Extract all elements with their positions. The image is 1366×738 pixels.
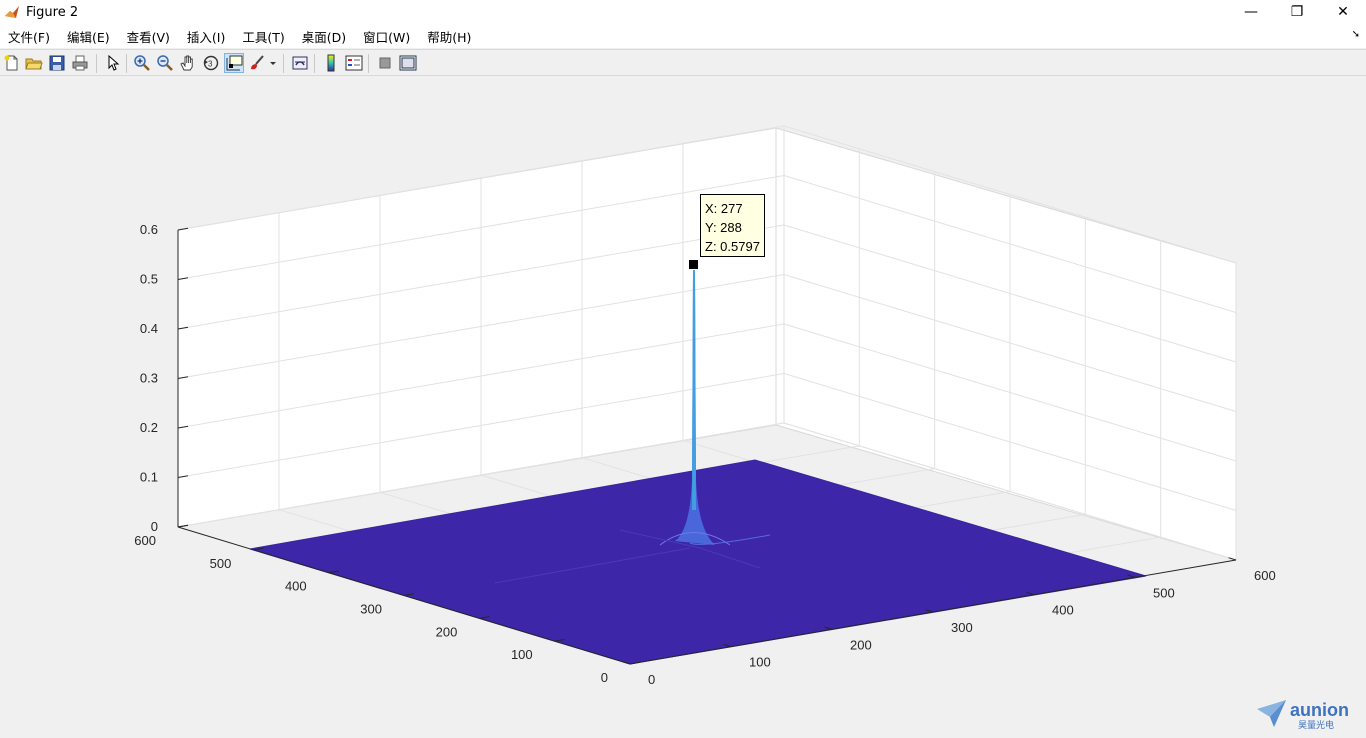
rotate-3d-icon[interactable]: 3 <box>202 54 220 72</box>
toolbar-separator <box>96 54 97 73</box>
menu-file[interactable]: 文件(F) <box>8 27 50 46</box>
y-tick-label: 500 <box>210 556 232 571</box>
x-tick-label: 100 <box>749 655 771 670</box>
link-plot-icon[interactable] <box>291 54 309 72</box>
svg-text:3: 3 <box>208 60 213 69</box>
pointer-icon[interactable] <box>104 54 122 72</box>
menu-desktop[interactable]: 桌面(D) <box>302 27 346 46</box>
datatip-marker[interactable] <box>689 260 698 269</box>
logo-text: aunion <box>1290 700 1349 720</box>
datatip-y: Y: 288 <box>705 220 742 235</box>
close-button[interactable]: ✕ <box>1320 0 1366 24</box>
minimize-button[interactable]: — <box>1228 0 1274 24</box>
menu-bar: 文件(F) 编辑(E) 查看(V) 插入(I) 工具(T) 桌面(D) 窗口(W… <box>0 24 1366 48</box>
toolbar-separator <box>314 54 315 73</box>
menu-edit[interactable]: 编辑(E) <box>67 27 110 46</box>
x-tick-label: 0 <box>648 672 655 687</box>
data-cursor-icon[interactable] <box>224 53 244 73</box>
print-icon[interactable] <box>71 54 89 72</box>
x-tick-label: 400 <box>1052 603 1074 618</box>
y-tick-label: 100 <box>511 647 533 662</box>
open-file-icon[interactable] <box>25 54 43 72</box>
menu-view[interactable]: 查看(V) <box>127 27 170 46</box>
colorbar-icon[interactable] <box>322 54 340 72</box>
new-figure-icon[interactable] <box>3 54 21 72</box>
toolbar-separator <box>126 54 127 73</box>
legend-icon[interactable] <box>345 54 363 72</box>
z-tick-label: 0.1 <box>140 470 158 485</box>
window-title: Figure 2 <box>26 4 79 20</box>
save-icon[interactable] <box>48 54 66 72</box>
x-tick-label: 200 <box>850 637 872 652</box>
menu-help[interactable]: 帮助(H) <box>427 27 471 46</box>
datatip-z: Z: 0.5797 <box>705 239 760 254</box>
x-tick-label: 600 <box>1254 568 1276 583</box>
brush-icon[interactable] <box>248 54 266 72</box>
aunion-logo: aunion 昊量光电 <box>1257 700 1349 730</box>
zoom-out-icon[interactable] <box>156 54 174 72</box>
y-tick-label: 300 <box>360 602 382 617</box>
z-tick-label: 0.4 <box>140 321 158 336</box>
show-plot-tools-icon[interactable] <box>399 54 417 72</box>
menu-insert[interactable]: 插入(I) <box>187 27 225 46</box>
toolbar-separator <box>283 54 284 73</box>
hide-plot-tools-icon[interactable] <box>376 54 394 72</box>
menu-tools[interactable]: 工具(T) <box>242 27 284 46</box>
pan-hand-icon[interactable] <box>179 54 197 72</box>
brush-dropdown-icon[interactable] <box>268 54 278 72</box>
logo-subtext: 昊量光电 <box>1298 719 1334 730</box>
title-bar: Figure 2 — ❐ ✕ <box>0 0 1366 24</box>
y-tick-label: 0 <box>601 670 608 685</box>
datatip[interactable]: X: 277 Y: 288 Z: 0.5797 <box>700 194 765 257</box>
y-tick-label: 400 <box>285 579 307 594</box>
datatip-x: X: 277 <box>705 201 743 216</box>
zoom-in-icon[interactable] <box>133 54 151 72</box>
x-tick-label: 300 <box>951 620 973 635</box>
matlab-icon <box>5 6 19 18</box>
y-tick-label: 600 <box>134 533 156 548</box>
maximize-button[interactable]: ❐ <box>1274 0 1320 24</box>
figure-toolbar: 3 <box>0 49 1366 76</box>
menu-window[interactable]: 窗口(W) <box>363 27 410 46</box>
x-tick-label: 500 <box>1153 585 1175 600</box>
z-tick-label: 0.6 <box>140 222 158 237</box>
z-tick-label: 0.2 <box>140 420 158 435</box>
z-tick-label: 0 <box>151 519 158 534</box>
z-tick-label: 0.3 <box>140 371 158 386</box>
toolbar-separator <box>368 54 369 73</box>
dock-arrow-icon[interactable]: ➘ <box>1352 29 1360 40</box>
figure-canvas[interactable]: 00.10.20.30.40.50.6010020030040050060001… <box>0 77 1366 738</box>
y-tick-label: 200 <box>436 624 458 639</box>
z-tick-label: 0.5 <box>140 272 158 287</box>
